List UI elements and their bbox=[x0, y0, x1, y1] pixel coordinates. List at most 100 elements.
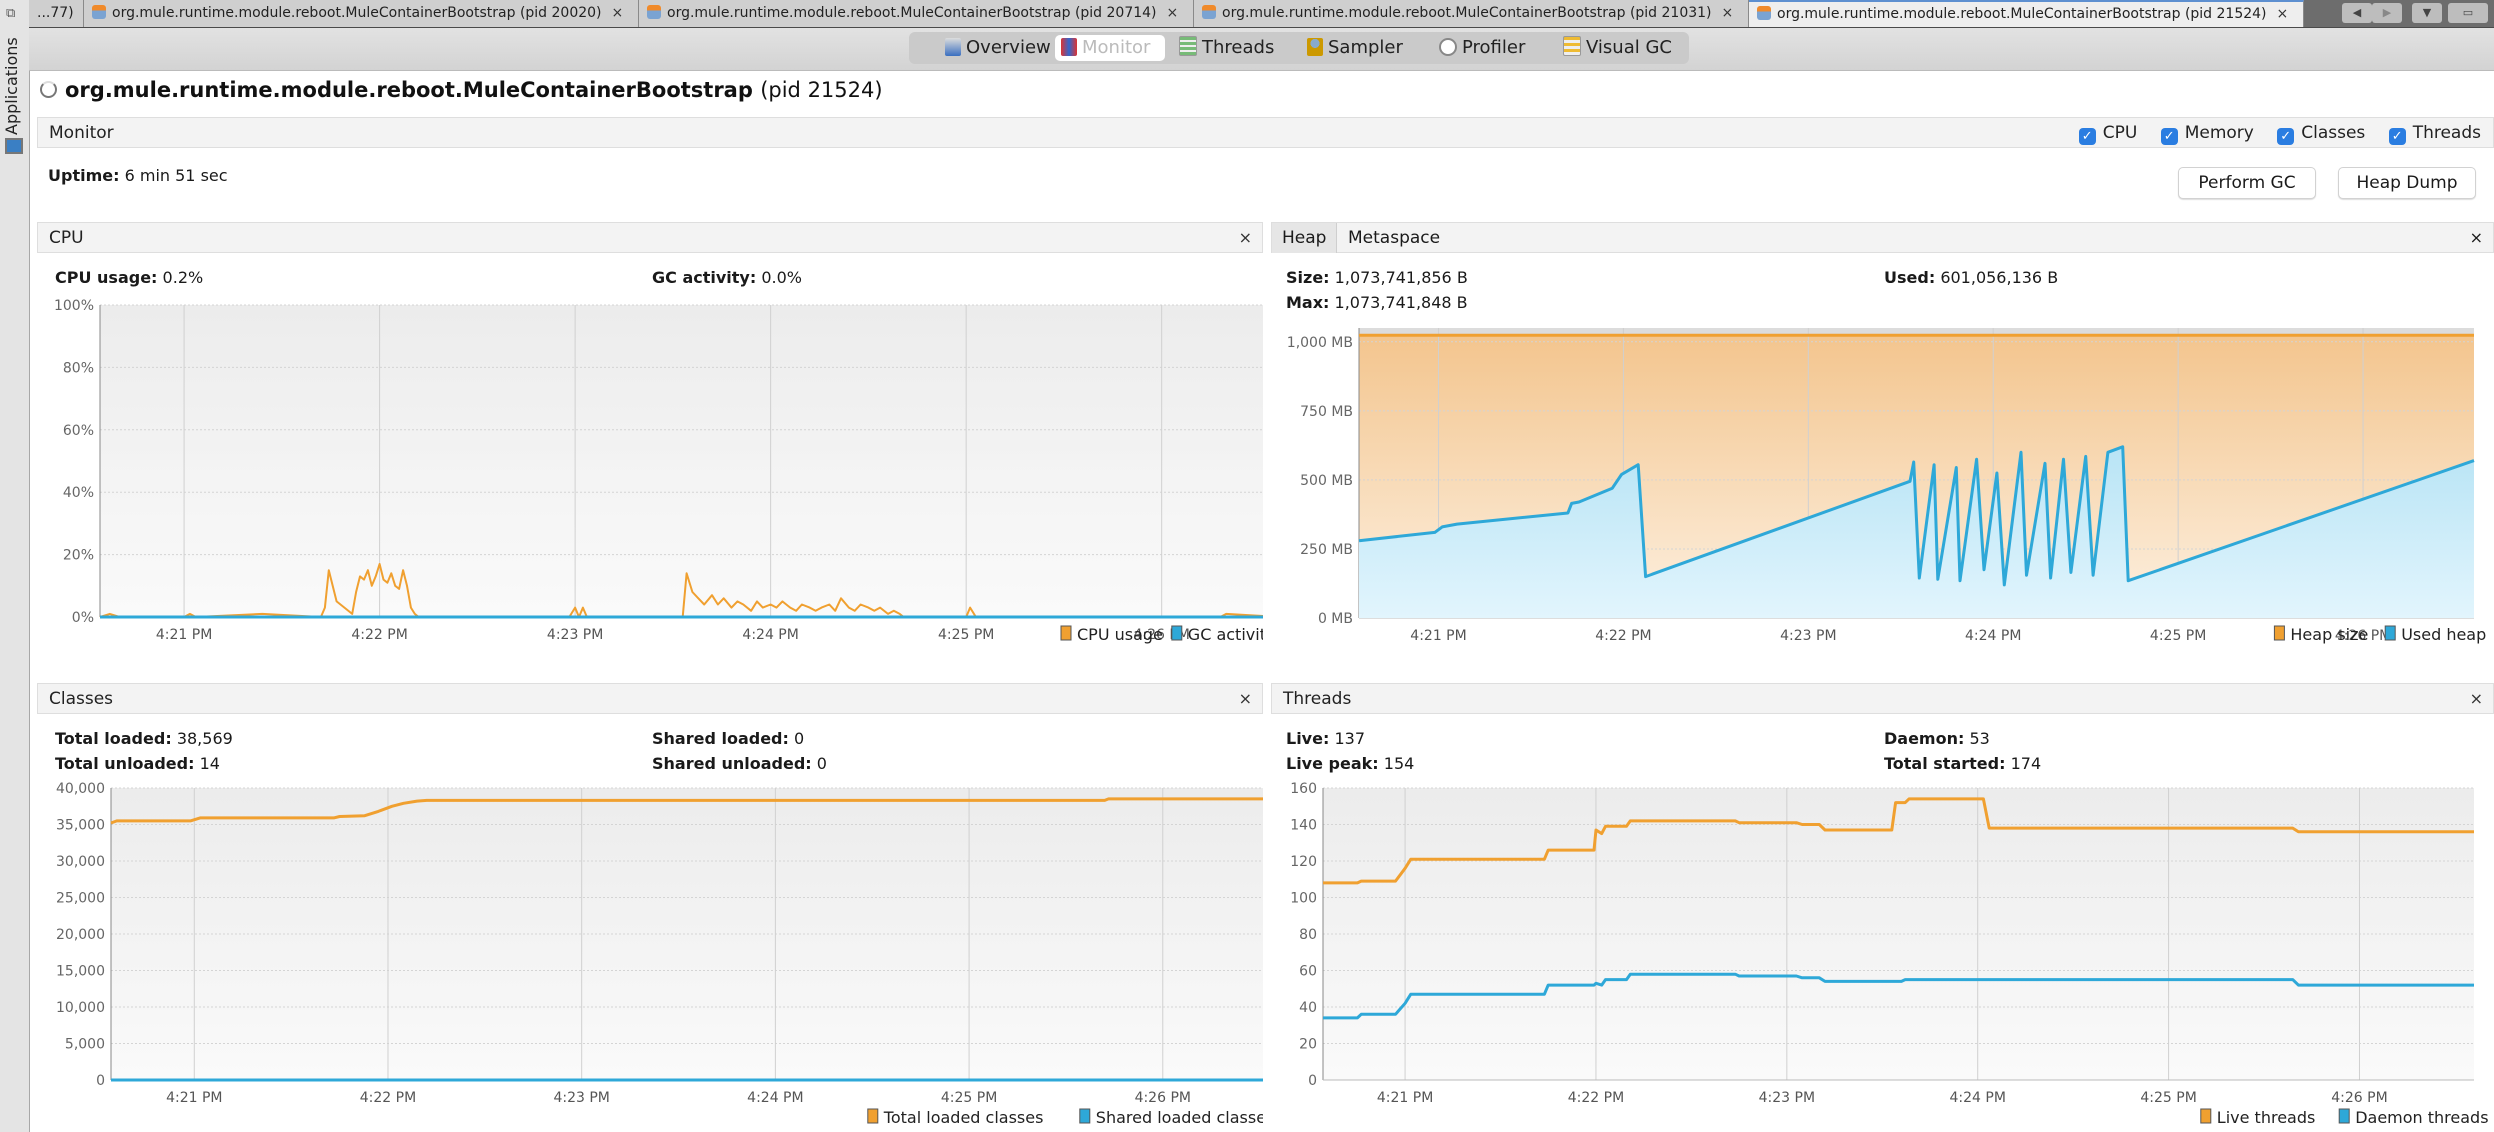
profiler-button[interactable]: Profiler bbox=[1433, 35, 1531, 61]
perform-gc-button[interactable]: Perform GC bbox=[2178, 167, 2316, 199]
tab-heap[interactable]: Heap bbox=[1272, 223, 1338, 253]
legend-label: Used heap bbox=[2401, 625, 2486, 644]
y-tick-label: 25,000 bbox=[56, 891, 105, 907]
shared-unloaded-label: Shared unloaded: bbox=[652, 754, 812, 773]
classes-chart: 0 5,000 10,000 15,000 20,000 25,000 30,000 35,0… bbox=[56, 781, 1263, 1127]
x-tick-label: 4:25 PM bbox=[2140, 1090, 2196, 1106]
visual-gc-icon bbox=[1563, 36, 1581, 56]
java-app-icon bbox=[647, 5, 661, 19]
overview-button[interactable]: Overview bbox=[939, 35, 1057, 61]
x-tick-label: 4:22 PM bbox=[360, 1090, 416, 1106]
checkmark-icon: ✓ bbox=[2160, 128, 2178, 145]
total-loaded-label: Total loaded: bbox=[55, 729, 172, 748]
close-tab-icon[interactable]: × bbox=[2277, 6, 2289, 22]
overview-icon bbox=[945, 38, 961, 56]
chart-visibility-checkboxes: ✓ CPU ✓ Memory ✓ Classes ✓ Threads bbox=[2061, 118, 2481, 148]
heap-dump-button[interactable]: Heap Dump bbox=[2338, 167, 2476, 199]
close-tab-icon[interactable]: × bbox=[612, 5, 624, 21]
x-tick-label: 4:24 PM bbox=[1950, 1090, 2006, 1106]
x-tick-label: 4:23 PM bbox=[1759, 1090, 1815, 1106]
close-panel-icon[interactable]: × bbox=[1239, 223, 1252, 253]
shared-loaded-value: 0 bbox=[794, 729, 805, 748]
tab-metaspace[interactable]: Metaspace bbox=[1338, 223, 1450, 253]
y-tick-label: 35,000 bbox=[56, 818, 105, 834]
legend-label: CPU usage bbox=[1077, 625, 1163, 644]
y-tick-label: 20% bbox=[63, 548, 94, 564]
scroll-tabs-right-button[interactable]: ▶ bbox=[2372, 3, 2402, 23]
x-tick-label: 4:25 PM bbox=[941, 1090, 997, 1106]
total-unloaded-stat: Total unloaded: 14 bbox=[55, 754, 220, 773]
x-tick-label: 4:24 PM bbox=[747, 1090, 803, 1106]
tab-list-dropdown-button[interactable]: ▼ bbox=[2412, 3, 2442, 23]
cpu-checkbox[interactable]: ✓ CPU bbox=[2078, 118, 2137, 148]
x-tick-label: 4:26 PM bbox=[2331, 1090, 2387, 1106]
close-tab-icon[interactable]: × bbox=[1722, 5, 1734, 21]
sampler-label: Sampler bbox=[1328, 37, 1403, 58]
scroll-tabs-left-button[interactable]: ◀ bbox=[2342, 3, 2372, 23]
threads-checkbox[interactable]: ✓ Threads bbox=[2388, 118, 2481, 148]
legend-swatch bbox=[1079, 1108, 1091, 1124]
plot-background bbox=[100, 305, 1263, 617]
cpu-usage-stat: CPU usage: 0.2% bbox=[55, 268, 203, 287]
sampler-button[interactable]: Sampler bbox=[1301, 35, 1409, 61]
memory-panel-header: Heap Metaspace × bbox=[1271, 222, 2494, 253]
y-tick-label: 100 bbox=[1290, 891, 1317, 907]
monitor-header-label: Monitor bbox=[49, 123, 114, 143]
y-tick-label: 30,000 bbox=[56, 854, 105, 870]
gc-activity-label: GC activity: bbox=[652, 268, 757, 287]
tab-pid-20020[interactable]: org.mule.runtime.module.reboot.MuleConta… bbox=[84, 0, 639, 27]
tab-overflow[interactable]: ...77) bbox=[29, 0, 84, 27]
checkbox-label: Classes bbox=[2301, 123, 2366, 143]
tab-pid-21524[interactable]: org.mule.runtime.module.reboot.MuleConta… bbox=[1749, 0, 2304, 27]
x-tick-label: 4:23 PM bbox=[553, 1090, 609, 1106]
daemon-value: 53 bbox=[1969, 729, 1990, 748]
daemon-label: Daemon: bbox=[1884, 729, 1965, 748]
visual-gc-button[interactable]: Visual GC bbox=[1557, 35, 1678, 61]
maximize-window-button[interactable]: ▭ bbox=[2448, 3, 2488, 23]
close-tab-icon[interactable]: × bbox=[1167, 5, 1179, 21]
x-tick-label: 4:24 PM bbox=[1965, 628, 2021, 644]
y-tick-label: 0 bbox=[1308, 1073, 1317, 1089]
gc-activity-value: 0.0% bbox=[761, 268, 802, 287]
page-title-text: org.mule.runtime.module.reboot.MuleConta… bbox=[65, 78, 753, 102]
loading-spinner-icon bbox=[40, 81, 57, 98]
heap-max-label: Max: bbox=[1286, 293, 1330, 312]
close-panel-icon[interactable]: × bbox=[2470, 684, 2483, 714]
y-tick-label: 250 MB bbox=[1300, 542, 1353, 558]
monitor-button[interactable]: Monitor bbox=[1055, 35, 1165, 61]
heap-used-stat: Used: 601,056,136 B bbox=[1884, 268, 2058, 287]
heap-size-label: Size: bbox=[1286, 268, 1330, 287]
close-panel-icon[interactable]: × bbox=[2470, 223, 2483, 253]
tab-pid-20714[interactable]: org.mule.runtime.module.reboot.MuleConta… bbox=[639, 0, 1194, 27]
profiler-clock-icon bbox=[1439, 38, 1457, 56]
tab-label: org.mule.runtime.module.reboot.MuleConta… bbox=[112, 5, 602, 21]
memory-checkbox[interactable]: ✓ Memory bbox=[2160, 118, 2254, 148]
checkmark-icon: ✓ bbox=[2388, 128, 2406, 145]
legend-label: Heap size bbox=[2290, 625, 2368, 644]
legend-swatch bbox=[2200, 1108, 2212, 1124]
checkmark-icon: ✓ bbox=[2078, 128, 2096, 145]
y-tick-label: 40,000 bbox=[56, 781, 105, 797]
x-tick-label: 4:21 PM bbox=[166, 1090, 222, 1106]
x-tick-label: 4:26 PM bbox=[1135, 1090, 1191, 1106]
live-peak-label: Live peak: bbox=[1286, 754, 1379, 773]
shared-loaded-stat: Shared loaded: 0 bbox=[652, 729, 804, 748]
x-tick-label: 4:24 PM bbox=[742, 627, 798, 643]
restore-window-icon[interactable]: ⧉ bbox=[6, 6, 22, 21]
daemon-threads-stat: Daemon: 53 bbox=[1884, 729, 1990, 748]
legend-label: Total loaded classes bbox=[883, 1108, 1044, 1127]
applications-sidebar-label[interactable]: Applications bbox=[2, 37, 21, 135]
heap-size-stat: Size: 1,073,741,856 B bbox=[1286, 268, 1468, 287]
threads-button[interactable]: Threads bbox=[1173, 35, 1280, 61]
y-tick-label: 120 bbox=[1290, 854, 1317, 870]
legend-label: Shared loaded classes bbox=[1096, 1108, 1263, 1127]
classes-checkbox[interactable]: ✓ Classes bbox=[2277, 118, 2365, 148]
tab-label: ...77) bbox=[37, 5, 74, 21]
cpu-header-label: CPU bbox=[49, 228, 84, 248]
x-tick-label: 4:25 PM bbox=[938, 627, 994, 643]
applications-sidebar: ⧉ Applications bbox=[0, 0, 30, 1132]
shared-loaded-label: Shared loaded: bbox=[652, 729, 789, 748]
close-panel-icon[interactable]: × bbox=[1239, 684, 1252, 714]
x-tick-label: 4:23 PM bbox=[547, 627, 603, 643]
tab-pid-21031[interactable]: org.mule.runtime.module.reboot.MuleConta… bbox=[1194, 0, 1749, 27]
